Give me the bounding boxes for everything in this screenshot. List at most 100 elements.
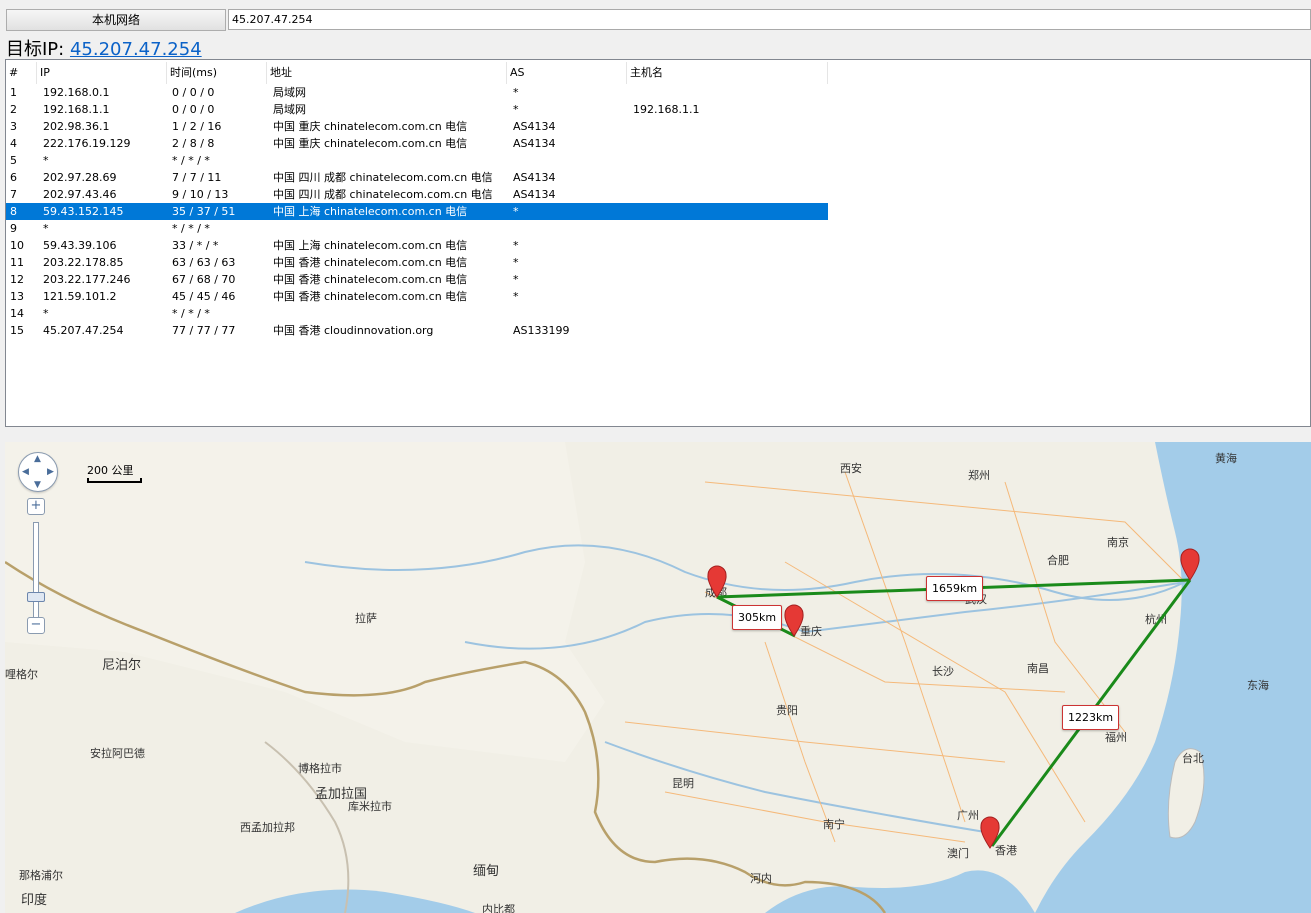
map-scale-label: 200 公里 (87, 464, 134, 477)
cell-ip: * (43, 222, 49, 235)
table-row[interactable]: 12 203.22.177.246 67 / 68 / 70 中国 香港 chinat… (6, 271, 828, 288)
cell-num: 3 (10, 120, 17, 133)
zoom-out-button[interactable]: − (27, 617, 45, 634)
table-row[interactable]: 5 * * / * / * (6, 152, 828, 169)
cell-time: 63 / 63 / 63 (172, 256, 236, 269)
table-row[interactable]: 13 121.59.101.2 45 / 45 / 46 中国 香港 chinatel… (6, 288, 828, 305)
cell-addr: 中国 四川 成都 chinatelecom.com.cn 电信 (273, 171, 493, 184)
pan-left-icon[interactable]: ◀ (22, 468, 29, 477)
cell-host (633, 118, 828, 135)
zoom-slider-track[interactable] (33, 522, 39, 622)
col-header-num[interactable]: # (6, 62, 37, 84)
cell-as (513, 152, 627, 169)
cell-time: 7 / 7 / 11 (172, 171, 222, 184)
cell-as (513, 305, 627, 322)
target-ip-label: 目标IP: (6, 39, 65, 60)
pan-right-icon[interactable]: ▶ (47, 468, 54, 477)
target-ip-input[interactable]: 45.207.47.254 (228, 9, 1311, 30)
col-header-hostname[interactable]: 主机名 (627, 62, 828, 84)
cell-time: 67 / 68 / 70 (172, 273, 236, 286)
col-header-ip[interactable]: IP (37, 62, 167, 84)
pan-control[interactable]: ▲ ▼ ◀ ▶ (18, 452, 58, 492)
map-label-nanchang: 南昌 (1027, 662, 1049, 675)
cell-num: 15 (10, 324, 24, 337)
cell-time: 33 / * / * (172, 239, 219, 252)
table-row[interactable]: 10 59.43.39.106 33 / * / * 中国 上海 chinatelec… (6, 237, 828, 254)
table-row[interactable]: 3 202.98.36.1 1 / 2 / 16 中国 重庆 chinatelecom… (6, 118, 828, 135)
map-label-donghai: 东海 (1247, 678, 1269, 692)
cell-time: * / * / * (172, 222, 210, 235)
pan-up-icon[interactable]: ▲ (34, 455, 41, 464)
cell-num: 10 (10, 239, 24, 252)
table-row[interactable]: 2 192.168.1.1 0 / 0 / 0 局域网 * 192.168.1.1 (6, 101, 828, 118)
map-label-myanmar: 缅甸 (473, 864, 499, 879)
cell-host (633, 203, 828, 220)
map-label-lhasa: 拉萨 (355, 611, 377, 625)
zoom-slider-handle[interactable] (27, 592, 45, 602)
cell-addr: 中国 香港 chinatelecom.com.cn 电信 (273, 256, 468, 269)
cell-as: AS4134 (513, 137, 556, 150)
map-label-bogra: 博格拉市 (298, 761, 342, 775)
col-header-as[interactable]: AS (507, 62, 627, 84)
cell-ip: 59.43.39.106 (43, 239, 117, 252)
cell-addr: 中国 上海 chinatelecom.com.cn 电信 (273, 239, 468, 252)
cell-num: 7 (10, 188, 17, 201)
distance-label-chengdu-chongqing: 305km (732, 605, 783, 630)
table-row[interactable]: 8 59.43.152.145 35 / 37 / 51 中国 上海 chinatel… (6, 203, 828, 220)
map-label-allahabad: 安拉阿巴德 (90, 746, 145, 760)
map-label-nepal: 尼泊尔 (102, 658, 141, 673)
table-row[interactable]: 9 * * / * / * (6, 220, 828, 237)
cell-host (633, 271, 828, 288)
cell-time: 45 / 45 / 46 (172, 290, 236, 303)
cell-host (633, 220, 828, 237)
table-row[interactable]: 4 222.176.19.129 2 / 8 / 8 中国 重庆 chinatelec… (6, 135, 828, 152)
target-ip-link[interactable]: 45.207.47.254 (70, 39, 202, 60)
col-header-address[interactable]: 地址 (267, 62, 507, 84)
col-header-time[interactable]: 时间(ms) (167, 62, 267, 84)
table-header: # IP 时间(ms) 地址 AS 主机名 (6, 62, 828, 84)
cell-host (633, 237, 828, 254)
cell-as: * (513, 103, 519, 116)
map-label-huanghai: 黄海 (1215, 451, 1237, 465)
target-ip-heading: 目标IP: 45.207.47.254 (6, 35, 202, 60)
pan-down-icon[interactable]: ▼ (34, 481, 41, 490)
cell-num: 9 (10, 222, 17, 235)
cell-num: 2 (10, 103, 17, 116)
cell-ip: 222.176.19.129 (43, 137, 131, 150)
table-row[interactable]: 1 192.168.0.1 0 / 0 / 0 局域网 * (6, 84, 828, 101)
zoom-in-button[interactable]: + (27, 498, 45, 515)
bay-of-bengal (235, 889, 475, 913)
cell-ip: 202.97.43.46 (43, 188, 117, 201)
cell-num: 13 (10, 290, 24, 303)
cell-ip: 121.59.101.2 (43, 290, 117, 303)
cell-ip: 192.168.1.1 (43, 103, 110, 116)
map-label-fuzhou: 福州 (1105, 730, 1127, 744)
map-label-hefei: 合肥 (1047, 553, 1069, 567)
route-map[interactable]: 西安 郑州 黄海 南京 合肥 武汉 杭州 成都 重庆 拉萨 尼泊尔 长沙 南昌 … (5, 442, 1311, 913)
cell-as: * (513, 256, 519, 269)
cell-addr: 中国 四川 成都 chinatelecom.com.cn 电信 (273, 188, 493, 201)
cell-time: * / * / * (172, 154, 210, 167)
map-label-nagpur: 那格浦尔 (19, 868, 63, 882)
map-canvas[interactable]: 西安 郑州 黄海 南京 合肥 武汉 杭州 成都 重庆 拉萨 尼泊尔 长沙 南昌 … (5, 442, 1311, 913)
cell-num: 12 (10, 273, 24, 286)
local-network-button[interactable]: 本机网络 (6, 9, 226, 31)
cell-addr: 中国 上海 chinatelecom.com.cn 电信 (273, 205, 468, 218)
toolbar: 本机网络 45.207.47.254 (0, 0, 1311, 34)
plateau-region (5, 442, 605, 762)
cell-as (513, 220, 627, 237)
table-row[interactable]: 11 203.22.178.85 63 / 63 / 63 中国 香港 chinate… (6, 254, 828, 271)
cell-num: 14 (10, 307, 24, 320)
cell-host (633, 152, 828, 169)
cell-ip: 192.168.0.1 (43, 86, 110, 99)
table-row[interactable]: 6 202.97.28.69 7 / 7 / 11 中国 四川 成都 chinatel… (6, 169, 828, 186)
cell-host (633, 288, 828, 305)
river-pearl (604, 741, 986, 833)
table-row[interactable]: 15 45.207.47.254 77 / 77 / 77 中国 香港 cloudin… (6, 322, 828, 339)
cell-ip: 202.97.28.69 (43, 171, 117, 184)
cell-as: AS4134 (513, 171, 556, 184)
table-row[interactable]: 7 202.97.43.46 9 / 10 / 13 中国 四川 成都 chinate… (6, 186, 828, 203)
cell-as: * (513, 205, 519, 218)
table-row[interactable]: 14 * * / * / * (6, 305, 828, 322)
cell-time: 77 / 77 / 77 (172, 324, 236, 337)
